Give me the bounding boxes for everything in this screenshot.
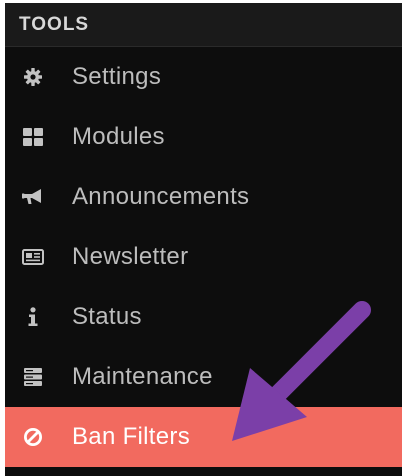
menu-item-maintenance[interactable]: Maintenance <box>5 347 402 407</box>
menu-item-label: Ban Filters <box>72 423 191 450</box>
menu-item-status[interactable]: Status <box>5 287 402 347</box>
menu-item-label: Announcements <box>72 183 250 210</box>
megaphone-icon <box>22 186 44 208</box>
tools-menu: Settings Modules Announcements Newslette… <box>5 47 402 467</box>
grid-icon <box>22 126 44 148</box>
server-icon <box>22 366 44 388</box>
menu-item-ban-filters[interactable]: Ban Filters <box>5 407 402 467</box>
menu-item-settings[interactable]: Settings <box>5 47 402 107</box>
sidebar-title: TOOLS <box>19 13 90 35</box>
newspaper-icon <box>22 246 44 268</box>
menu-item-label: Status <box>72 303 142 330</box>
menu-item-newsletter[interactable]: Newsletter <box>5 227 402 287</box>
info-icon <box>22 306 44 328</box>
sidebar-header: TOOLS <box>5 3 402 47</box>
screenshot-frame: TOOLS Settings Modules Announcements New… <box>0 0 402 476</box>
menu-item-label: Modules <box>72 123 165 150</box>
menu-item-label: Maintenance <box>72 363 213 390</box>
menu-item-label: Newsletter <box>72 243 189 270</box>
menu-item-modules[interactable]: Modules <box>5 107 402 167</box>
tools-sidebar: TOOLS Settings Modules Announcements New… <box>5 3 402 476</box>
gear-icon <box>22 66 44 88</box>
menu-item-label: Settings <box>72 63 162 90</box>
menu-item-announcements[interactable]: Announcements <box>5 167 402 227</box>
ban-icon <box>22 426 44 448</box>
